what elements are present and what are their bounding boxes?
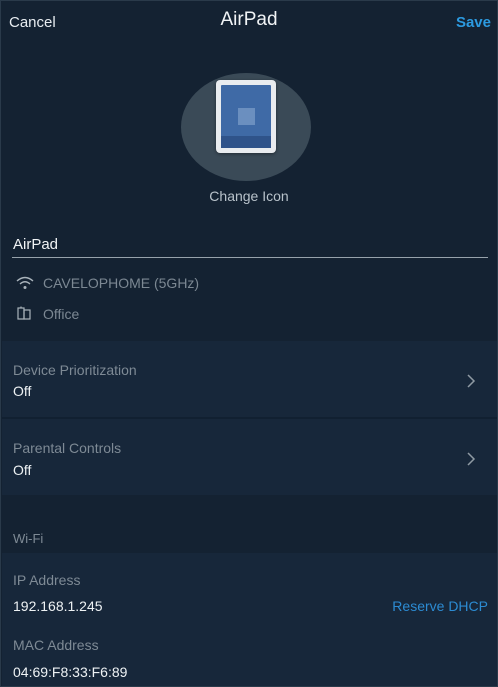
wifi-details-section: IP Address 192.168.1.245 Reserve DHCP MA… (2, 553, 497, 686)
network-name: CAVELOPHOME (5GHz) (43, 275, 200, 291)
wifi-section-title: Wi-Fi (13, 531, 44, 546)
reserve-dhcp-button[interactable]: Reserve DHCP (392, 598, 488, 614)
device-name-input[interactable] (12, 231, 488, 258)
chevron-right-icon (467, 452, 476, 466)
tablet-icon (216, 80, 276, 153)
prioritization-value: Off (13, 383, 32, 399)
chevron-right-icon (467, 374, 476, 388)
save-button[interactable]: Save (456, 14, 491, 31)
location-name: Office (43, 306, 80, 322)
prioritization-label: Device Prioritization (13, 362, 137, 378)
parental-label: Parental Controls (13, 440, 122, 456)
ip-address-value: 192.168.1.245 (13, 598, 103, 614)
parental-value: Off (13, 462, 32, 478)
device-details-screen: Cancel AirPad Save Change Icon CAVELOPHO… (0, 0, 498, 687)
device-icon-circle[interactable] (181, 73, 311, 181)
mac-address-value: 04:69:F8:33:F6:89 (13, 664, 128, 680)
parental-controls-row[interactable]: Parental Controls Off (2, 419, 497, 495)
top-bar: Cancel AirPad Save (1, 1, 497, 45)
change-icon-link[interactable]: Change Icon (1, 188, 497, 204)
page-title: AirPad (220, 9, 278, 30)
wifi-icon (16, 276, 34, 289)
network-row: CAVELOPHOME (5GHz) (15, 275, 199, 291)
device-prioritization-row[interactable]: Device Prioritization Off (2, 341, 497, 417)
mac-address-label: MAC Address (13, 637, 99, 653)
location-row: Office (15, 306, 79, 322)
ip-address-label: IP Address (13, 572, 81, 588)
room-icon (17, 306, 31, 320)
